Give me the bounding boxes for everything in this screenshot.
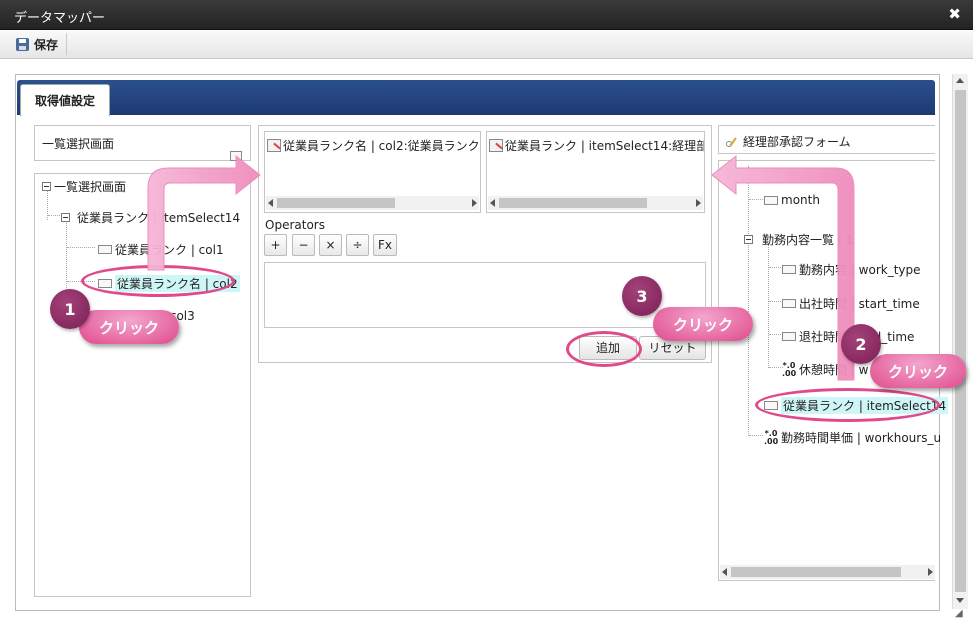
annotation-click-1: クリック: [79, 310, 179, 344]
annotation-arrow-1: [147, 154, 261, 271]
annotation-click-3: クリック: [653, 307, 753, 341]
annotation-arrow-2: [711, 154, 855, 381]
annotation-click-2: クリック: [870, 354, 966, 388]
annotation-badge-1: 1: [50, 289, 90, 329]
annotation-badge-2: 2: [841, 324, 881, 364]
annotation-badge-3: 3: [622, 276, 662, 316]
